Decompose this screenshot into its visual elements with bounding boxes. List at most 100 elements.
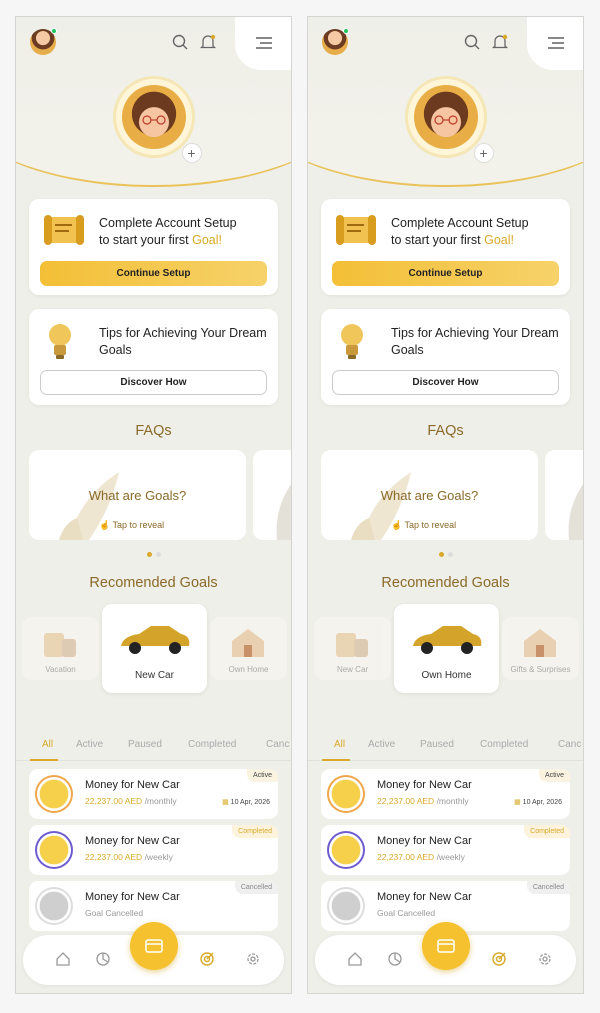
goals-target-icon[interactable] — [199, 951, 215, 967]
tab-completed[interactable]: Completed — [480, 739, 528, 750]
status-badge: Cancelled — [526, 881, 570, 894]
carousel-dots — [16, 552, 291, 557]
tab-paused[interactable]: Paused — [128, 739, 162, 750]
faqs-heading: FAQs — [135, 423, 172, 439]
bell-icon[interactable] — [199, 33, 217, 51]
wallet-fab-button[interactable] — [129, 922, 178, 970]
coin-icon — [35, 831, 73, 869]
faq-card[interactable]: What are Goals? ☝ Tap to reveal — [321, 450, 538, 540]
goal-amount: 22,237.00 AED /monthly — [85, 796, 177, 806]
setup-card: Complete Account Setup to start your firs… — [29, 199, 278, 295]
goal-date: ▦ 10 Apr, 2026 — [222, 798, 270, 806]
goal-title: Money for New Car — [377, 779, 472, 791]
goal-option-center[interactable]: Own Home — [394, 604, 499, 693]
menu-button[interactable] — [527, 17, 583, 70]
tab-active[interactable]: Active — [76, 739, 103, 750]
tab-active[interactable]: Active — [368, 739, 395, 750]
faq-next-illustration — [568, 484, 583, 540]
home-icon[interactable] — [347, 951, 363, 967]
goal-option-right[interactable]: Own Home — [210, 617, 287, 680]
goal-option-left[interactable]: Vacation — [22, 617, 99, 680]
discover-how-button[interactable]: Discover How — [40, 370, 267, 395]
tab-paused[interactable]: Paused — [420, 739, 454, 750]
goal-card-completed[interactable]: Money for New Car 22,237.00 AED /weekly … — [321, 825, 570, 875]
chart-icon[interactable] — [387, 951, 403, 967]
setup-line2-highlight: Goal! — [484, 233, 514, 247]
goal-period: /weekly — [144, 852, 173, 862]
carousel-dot-active[interactable] — [438, 552, 444, 557]
bell-icon[interactable] — [491, 33, 509, 51]
carousel-dot[interactable] — [447, 552, 453, 557]
setup-text: Complete Account Setup to start your firs… — [99, 215, 268, 249]
goal-left-label: Vacation — [45, 665, 76, 674]
faq-card-next[interactable] — [545, 450, 583, 540]
goal-card-completed[interactable]: Money for New Car 22,237.00 AED /weekly … — [29, 825, 278, 875]
tab-all[interactable]: All — [334, 739, 345, 750]
discover-how-button[interactable]: Discover How — [332, 370, 559, 395]
goal-option-right[interactable]: Gifts & Surprises — [502, 617, 579, 680]
carousel-dot[interactable] — [155, 552, 161, 557]
settings-gear-icon[interactable] — [245, 951, 261, 967]
recommended-goals-heading: Recomended Goals — [381, 575, 510, 591]
faq-card-next[interactable] — [253, 450, 291, 540]
active-tab-underline — [30, 759, 58, 761]
menu-button[interactable] — [235, 17, 291, 70]
goal-amount-value: 22,237.00 AED — [377, 796, 435, 806]
setup-text: Complete Account Setup to start your firs… — [391, 215, 560, 249]
goal-card-active[interactable]: Money for New Car 22,237.00 AED /monthly… — [29, 769, 278, 819]
user-avatar[interactable] — [30, 28, 57, 55]
setup-line1: Complete Account Setup — [99, 216, 237, 230]
online-status-dot — [343, 28, 349, 34]
goal-center-label: Own Home — [421, 670, 472, 681]
home-icon[interactable] — [55, 951, 71, 967]
faq-card[interactable]: What are Goals? ☝ Tap to reveal — [29, 450, 246, 540]
tab-cancelled[interactable]: Canc — [266, 739, 289, 750]
user-avatar[interactable] — [322, 28, 349, 55]
tab-all[interactable]: All — [42, 739, 53, 750]
goal-right-label: Gifts & Surprises — [510, 665, 571, 674]
goal-card-active[interactable]: Money for New Car 22,237.00 AED /monthly… — [321, 769, 570, 819]
chart-icon[interactable] — [95, 951, 111, 967]
setup-line2-prefix: to start your first — [99, 233, 193, 247]
goal-option-center[interactable]: New Car — [102, 604, 207, 693]
tab-completed[interactable]: Completed — [188, 739, 236, 750]
settings-gear-icon[interactable] — [537, 951, 553, 967]
search-icon[interactable] — [171, 33, 189, 51]
carousel-dots — [308, 552, 583, 557]
hamburger-icon — [547, 37, 564, 49]
faq-question: What are Goals? — [88, 488, 187, 503]
profile-avatar[interactable]: + — [115, 79, 202, 163]
wallet-fab-button[interactable] — [421, 922, 470, 970]
lightbulb-icon — [49, 324, 71, 359]
goal-right-label: Own Home — [228, 665, 269, 674]
tab-cancelled[interactable]: Canc — [558, 739, 581, 750]
app-screen-right: + Complete Account Setup to start your fi… — [307, 16, 584, 994]
goal-option-left[interactable]: New Car — [314, 617, 391, 680]
goal-title: Money for New Car — [85, 891, 180, 903]
goals-target-icon[interactable] — [491, 951, 507, 967]
faqs-heading: FAQs — [427, 423, 464, 439]
active-tab-underline — [322, 759, 350, 761]
status-badge: Completed — [232, 825, 278, 838]
add-photo-button[interactable]: + — [181, 143, 202, 163]
tap-to-reveal-label: Tap to reveal — [404, 520, 457, 530]
goal-title: Money for New Car — [85, 779, 180, 791]
goal-left-image — [336, 633, 368, 657]
status-badge: Cancelled — [234, 881, 278, 894]
carousel-dot-active[interactable] — [146, 552, 152, 557]
goal-amount-value: 22,237.00 AED — [85, 852, 143, 862]
goal-date-value: 10 Apr, 2026 — [230, 799, 270, 806]
calendar-icon: ▦ — [514, 799, 523, 806]
coin-icon — [35, 887, 73, 925]
scroll-icon — [336, 215, 376, 245]
online-status-dot — [51, 28, 57, 34]
coin-icon — [327, 887, 365, 925]
search-icon[interactable] — [463, 33, 481, 51]
continue-setup-button[interactable]: Continue Setup — [332, 261, 559, 286]
goal-center-image — [121, 626, 190, 654]
profile-avatar[interactable]: + — [407, 79, 494, 163]
add-photo-button[interactable]: + — [473, 143, 494, 163]
continue-setup-button[interactable]: Continue Setup — [40, 261, 267, 286]
calendar-icon: ▦ — [222, 799, 231, 806]
goal-status-text: Goal Cancelled — [377, 908, 436, 918]
